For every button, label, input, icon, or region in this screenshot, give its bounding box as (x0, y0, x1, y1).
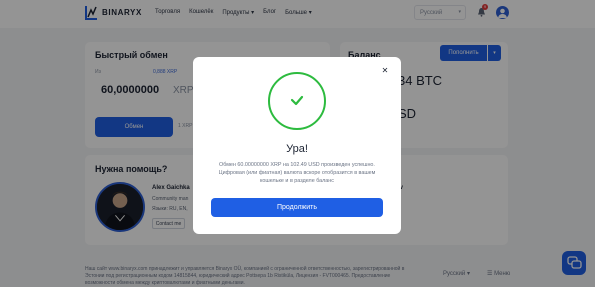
modal-description: Обмен 60.00000000 XRP на 102.49 USD прои… (218, 162, 376, 184)
success-modal: ✕ Ура! Обмен 60.00000000 XRP на 102.49 U… (193, 57, 401, 234)
success-badge (268, 72, 326, 130)
checkmark-icon (290, 95, 304, 106)
continue-button[interactable]: Продолжить (211, 198, 383, 217)
modal-title: Ура! (286, 143, 308, 155)
close-icon[interactable]: ✕ (380, 66, 390, 76)
